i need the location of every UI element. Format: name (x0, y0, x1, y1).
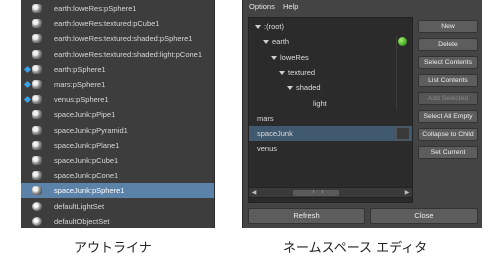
outliner-row-label: spaceJunk:pPipe1 (54, 110, 116, 120)
outliner-row-label: earth:loweRes:pSphere1 (54, 4, 137, 13)
mesh-icon (32, 34, 42, 44)
scroll-left-icon[interactable]: ◀ (249, 189, 259, 198)
outliner-row[interactable]: defaultLightSet (21, 199, 214, 214)
tree-item[interactable]: textured (249, 65, 412, 80)
delete-button[interactable]: Delete (418, 38, 478, 51)
column-divider (396, 36, 397, 110)
outliner-row-label: spaceJunk:pCone1 (54, 171, 119, 181)
mesh-icon (32, 140, 42, 150)
menu-options[interactable]: Options (249, 1, 275, 13)
mesh-icon (32, 19, 42, 29)
menu-bar: Options Help (243, 0, 483, 14)
outliner-row-label: spaceJunk:pPlane1 (54, 140, 120, 150)
tree-item[interactable]: loweRes (249, 50, 412, 65)
list-contents-button[interactable]: List Contents (418, 74, 478, 87)
outliner-row-label: earth:loweRes:textured:pCube1 (54, 19, 160, 29)
outliner-row-label: earth:pSphere1 (54, 64, 106, 74)
outliner-row-label: spaceJunk:pPyramid1 (54, 125, 128, 135)
outliner-panel: earth:loweRes:pSphere1 earth:loweRes:text… (21, 0, 215, 228)
mesh-icon (32, 186, 42, 196)
namespace-marker-icon (23, 80, 32, 89)
tree-item-label: :(root) (264, 22, 285, 31)
expand-triangle-icon[interactable] (287, 86, 293, 91)
namespace-marker-icon (23, 96, 32, 104)
mesh-icon (32, 125, 42, 135)
namespace-tree[interactable]: :(root) earth loweRes textured shaded light ma… (248, 17, 413, 203)
tree-item[interactable]: earth (249, 34, 412, 49)
tree-item[interactable]: mars (249, 111, 412, 126)
mesh-icon (32, 95, 42, 105)
outliner-row[interactable]: spaceJunk:pPlane1 (21, 138, 214, 153)
outliner-row[interactable]: earth:loweRes:textured:shaded:pSphere1 (21, 31, 214, 46)
collapse-to-child-button[interactable]: Collapse to Child (418, 128, 478, 141)
mesh-icon (32, 49, 42, 59)
outliner-row-label: defaultObjectSet (54, 216, 110, 226)
outliner-row-label: defaultLightSet (54, 201, 105, 211)
scroll-right-icon[interactable]: ▶ (402, 189, 412, 198)
row-toggle-box[interactable] (396, 127, 410, 141)
grip-icon (313, 190, 323, 193)
set-icon (32, 216, 42, 226)
add-selected-button[interactable]: Add Selected (418, 92, 478, 105)
tree-item-label: loweRes (280, 52, 309, 62)
mesh-icon (32, 64, 42, 74)
outliner-row-label: earth:loweRes:textured:shaded:light:pCon… (54, 49, 203, 59)
expand-triangle-icon[interactable] (271, 55, 277, 60)
namespace-editor-caption: ネームスペース エディタ (283, 241, 428, 256)
outliner-row[interactable]: spaceJunk:pCube1 (21, 153, 214, 168)
set-icon (32, 201, 42, 211)
tree-item-label: shaded (296, 83, 321, 93)
namespace-editor-window: Options Help :(root) earth loweRes textured… (242, 0, 482, 228)
menu-help[interactable]: Help (283, 1, 298, 13)
tree-item-label: spaceJunk (257, 129, 293, 139)
refresh-button[interactable]: Refresh (248, 208, 365, 224)
outliner-row[interactable]: earth:loweRes:textured:pCube1 (21, 16, 214, 31)
tree-item-label: venus (257, 144, 278, 154)
expand-triangle-icon[interactable] (255, 25, 261, 29)
mesh-icon (32, 171, 42, 181)
tree-item-label: light (313, 98, 327, 108)
outliner-row[interactable]: earth:loweRes:textured:shaded:light:pCon… (21, 47, 214, 62)
mesh-icon (32, 156, 42, 165)
outliner-row-label: spaceJunk:pCube1 (54, 156, 119, 165)
outliner-row-label: mars:pSphere1 (54, 80, 106, 89)
new-button[interactable]: New (418, 20, 478, 33)
tree-item[interactable]: spaceJunk (249, 126, 412, 142)
outliner-row[interactable]: spaceJunk:pSphere1 (21, 183, 214, 199)
outliner-row[interactable]: spaceJunk:pCone1 (21, 168, 214, 183)
current-namespace-icon (398, 37, 407, 47)
outliner-row[interactable]: spaceJunk:pPipe1 (21, 107, 214, 122)
set-current-button[interactable]: Set Current (418, 146, 478, 159)
tree-item-label: textured (288, 67, 316, 77)
tree-item[interactable]: shaded (249, 80, 412, 95)
tree-item[interactable]: light (249, 96, 412, 111)
select-all-empty-button[interactable]: Select All Empty (418, 110, 478, 123)
mesh-icon (32, 80, 42, 89)
expand-triangle-icon[interactable] (279, 70, 285, 75)
outliner-row[interactable]: spaceJunk:pPyramid1 (21, 123, 214, 138)
mesh-icon (32, 110, 42, 120)
outliner-row[interactable]: earth:loweRes:pSphere1 (21, 1, 214, 16)
namespace-marker-icon (23, 65, 32, 73)
tree-item-label: earth (272, 37, 290, 47)
outliner-row-label: earth:loweRes:textured:shaded:pSphere1 (54, 34, 193, 44)
outliner-row[interactable]: defaultObjectSet (21, 214, 214, 228)
outliner-row-label: venus:pSphere1 (54, 95, 109, 105)
tree-item-label: mars (257, 113, 274, 123)
close-button[interactable]: Close (370, 208, 478, 224)
expand-triangle-icon[interactable] (263, 40, 269, 45)
outliner-row[interactable]: earth:pSphere1 (21, 62, 214, 77)
mesh-icon (32, 4, 42, 13)
tree-item[interactable]: :(root) (249, 19, 412, 34)
outliner-row[interactable]: venus:pSphere1 (21, 92, 214, 107)
horizontal-scrollbar[interactable]: ◀ ▶ (248, 187, 413, 198)
tree-item[interactable]: venus (249, 141, 412, 156)
outliner-row[interactable]: mars:pSphere1 (21, 77, 214, 92)
select-contents-button[interactable]: Select Contents (418, 56, 478, 69)
outliner-row-label: spaceJunk:pSphere1 (54, 186, 125, 196)
outliner-caption: アウトライナ (74, 241, 152, 256)
